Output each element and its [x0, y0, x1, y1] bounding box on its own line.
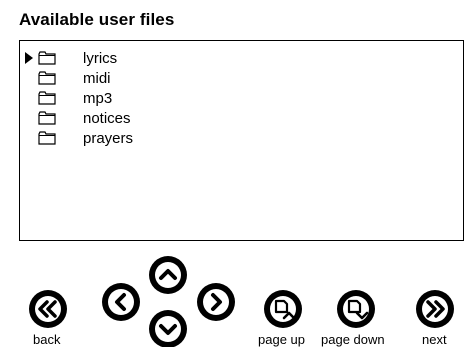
chevron-up-icon: [155, 262, 181, 288]
folder-icon: [38, 131, 56, 145]
file-row-notices[interactable]: notices: [20, 109, 220, 129]
file-name: midi: [83, 70, 111, 87]
file-row-mp3[interactable]: mp3: [20, 89, 220, 109]
chevron-down-icon: [155, 316, 181, 342]
folder-icon: [38, 71, 56, 85]
right-arrow-button[interactable]: [197, 283, 235, 321]
chevron-right-icon: [203, 289, 229, 315]
file-row-midi[interactable]: midi: [20, 69, 220, 89]
folder-icon: [38, 91, 56, 105]
file-row-prayers[interactable]: prayers: [20, 129, 220, 149]
back-label: back: [33, 332, 61, 347]
file-name: prayers: [83, 130, 134, 147]
file-row-lyrics[interactable]: lyrics: [20, 49, 220, 69]
selection-cursor-icon: [25, 52, 33, 64]
double-chevron-left-icon: [35, 296, 61, 322]
down-arrow-button[interactable]: [149, 310, 187, 347]
folder-icon: [38, 51, 56, 65]
left-arrow-button[interactable]: [102, 283, 140, 321]
file-list-panel[interactable]: lyrics midi mp3 notices prayers: [19, 40, 464, 241]
page-down-label: page down: [321, 332, 385, 347]
page-up-icon: [270, 296, 296, 322]
file-name: lyrics: [83, 50, 118, 67]
file-list[interactable]: lyrics midi mp3 notices prayers: [20, 49, 220, 149]
next-button[interactable]: [416, 290, 454, 328]
chevron-left-icon: [108, 289, 134, 315]
double-chevron-right-icon: [422, 296, 448, 322]
page-up-button[interactable]: [264, 290, 302, 328]
page-down-icon: [343, 296, 369, 322]
panel-title: Available user files: [19, 10, 175, 29]
page-down-button[interactable]: [337, 290, 375, 328]
file-name: mp3: [83, 90, 113, 107]
up-arrow-button[interactable]: [149, 256, 187, 294]
back-button[interactable]: [29, 290, 67, 328]
folder-icon: [38, 111, 56, 125]
file-name: notices: [83, 110, 131, 127]
page-up-label: page up: [258, 332, 305, 347]
next-label: next: [422, 332, 447, 347]
